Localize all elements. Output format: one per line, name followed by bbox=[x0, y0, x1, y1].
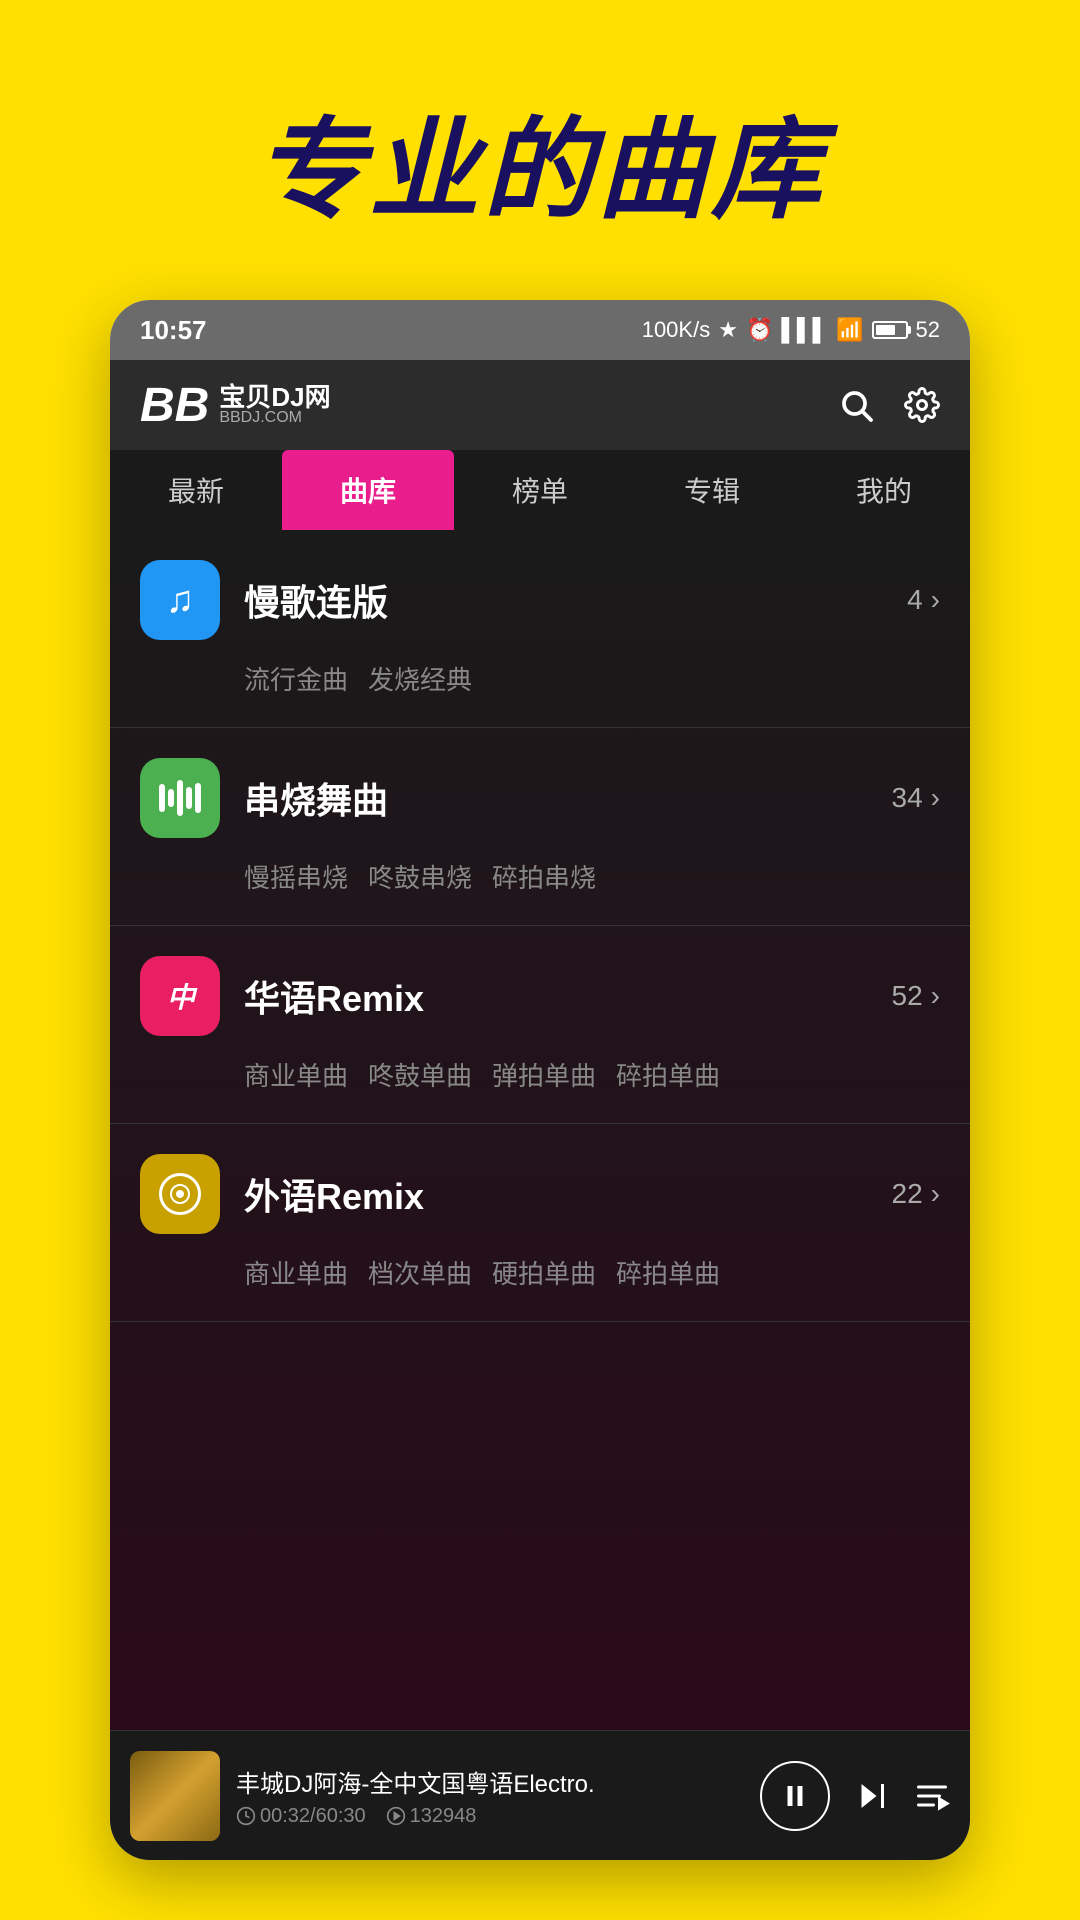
now-playing-meta: 00:32/60:30 132948 bbox=[236, 1805, 744, 1828]
tag-hua-1[interactable]: 咚鼓单曲 bbox=[368, 1056, 472, 1093]
tag-wai-3[interactable]: 碎拍单曲 bbox=[616, 1254, 720, 1291]
pause-button[interactable] bbox=[760, 1761, 830, 1831]
count-value-hua-yu: 52 bbox=[892, 980, 923, 1012]
thumbnail-image bbox=[130, 1751, 220, 1841]
category-chuan-shao[interactable]: 串烧舞曲 34 › 慢摇串烧 咚鼓串烧 碎拍串烧 bbox=[110, 728, 970, 926]
search-button[interactable] bbox=[838, 387, 874, 423]
tag-wai-2[interactable]: 硬拍单曲 bbox=[492, 1254, 596, 1291]
category-name-wai-yu: 外语Remix bbox=[244, 1168, 892, 1220]
settings-button[interactable] bbox=[904, 387, 940, 423]
battery-level: 52 bbox=[916, 317, 940, 343]
wave-icon bbox=[159, 780, 201, 816]
battery-icon bbox=[872, 321, 908, 339]
chevron-icon-2: › bbox=[931, 782, 940, 814]
hero-title: 专业的曲库 bbox=[255, 80, 825, 240]
logo-bb: BB bbox=[140, 378, 209, 433]
time-value: 00:32/60:30 bbox=[260, 1805, 366, 1828]
status-bar: 10:57 100K/s ★ ⏰ ▌▌▌ 📶 52 bbox=[110, 300, 970, 360]
category-tags-hua-yu: 商业单曲 咚鼓单曲 弹拍单曲 碎拍单曲 bbox=[140, 1056, 940, 1113]
category-man-ge[interactable]: ♫ 慢歌连版 4 › 流行金曲 发烧经典 bbox=[110, 530, 970, 728]
chevron-icon: › bbox=[931, 584, 940, 616]
now-playing-bar[interactable]: 丰城DJ阿海-全中文国粤语Electro. 00:32/60:30 132948 bbox=[110, 1730, 970, 1860]
logo-subtitle: BBDJ.COM bbox=[219, 410, 330, 426]
category-count-chuan-shao: 34 › bbox=[892, 782, 940, 814]
logo-text: 宝贝DJ网 BBDJ.COM bbox=[219, 384, 330, 426]
app-header: BB 宝贝DJ网 BBDJ.COM bbox=[110, 360, 970, 450]
tag-wai-1[interactable]: 档次单曲 bbox=[368, 1254, 472, 1291]
tab-quku[interactable]: 曲库 bbox=[282, 450, 454, 530]
count-value-wai-yu: 22 bbox=[892, 1178, 923, 1210]
tag-chuan-0[interactable]: 慢摇串烧 bbox=[244, 858, 348, 895]
wifi-icon: 📶 bbox=[836, 317, 863, 343]
tag-chuan-1[interactable]: 咚鼓串烧 bbox=[368, 858, 472, 895]
header-icons bbox=[838, 387, 940, 423]
category-count-wai-yu: 22 › bbox=[892, 1178, 940, 1210]
tag-hua-2[interactable]: 弹拍单曲 bbox=[492, 1056, 596, 1093]
tab-zuixin[interactable]: 最新 bbox=[110, 450, 282, 530]
category-icon-chuan-shao bbox=[140, 758, 220, 838]
tab-wode[interactable]: 我的 bbox=[798, 450, 970, 530]
next-button[interactable] bbox=[854, 1778, 890, 1814]
tag-wai-0[interactable]: 商业单曲 bbox=[244, 1254, 348, 1291]
status-time: 10:57 bbox=[140, 315, 207, 346]
alarm-icon: ⏰ bbox=[746, 317, 773, 343]
category-icon-man-ge: ♫ bbox=[140, 560, 220, 640]
chevron-icon-3: › bbox=[931, 980, 940, 1012]
category-hua-yu[interactable]: 中 华语Remix 52 › 商业单曲 咚鼓单曲 弹拍单曲 碎拍单曲 bbox=[110, 926, 970, 1124]
now-playing-title: 丰城DJ阿海-全中文国粤语Electro. bbox=[236, 1764, 744, 1799]
logo-title: 宝贝DJ网 bbox=[219, 384, 330, 410]
category-wai-yu[interactable]: 外语Remix 22 › 商业单曲 档次单曲 硬拍单曲 碎拍单曲 bbox=[110, 1124, 970, 1322]
bluetooth-icon: ★ bbox=[718, 317, 738, 343]
category-tags-man-ge: 流行金曲 发烧经典 bbox=[140, 660, 940, 717]
status-right: 100K/s ★ ⏰ ▌▌▌ 📶 52 bbox=[642, 317, 940, 343]
target-icon bbox=[159, 1173, 201, 1215]
music-note-icon: ♫ bbox=[166, 579, 195, 622]
category-icon-wai-yu bbox=[140, 1154, 220, 1234]
category-tags-chuan-shao: 慢摇串烧 咚鼓串烧 碎拍串烧 bbox=[140, 858, 940, 915]
signal-icon: ▌▌▌ bbox=[781, 317, 828, 343]
app-logo: BB 宝贝DJ网 BBDJ.COM bbox=[140, 378, 331, 433]
category-name-man-ge: 慢歌连版 bbox=[244, 574, 907, 626]
tag-chuan-2[interactable]: 碎拍串烧 bbox=[492, 858, 596, 895]
category-count-man-ge: 4 › bbox=[907, 584, 940, 616]
playlist-button[interactable] bbox=[914, 1778, 950, 1814]
chevron-icon-4: › bbox=[931, 1178, 940, 1210]
nav-tabs: 最新 曲库 榜单 专辑 我的 bbox=[110, 450, 970, 530]
category-count-hua-yu: 52 › bbox=[892, 980, 940, 1012]
ift-icon: 中 bbox=[167, 976, 193, 1016]
category-name-chuan-shao: 串烧舞曲 bbox=[244, 772, 892, 824]
category-tags-wai-yu: 商业单曲 档次单曲 硬拍单曲 碎拍单曲 bbox=[140, 1254, 940, 1311]
tag-man-ge-0[interactable]: 流行金曲 bbox=[244, 660, 348, 697]
content-area: ♫ 慢歌连版 4 › 流行金曲 发烧经典 bbox=[110, 530, 970, 1730]
now-playing-controls bbox=[760, 1761, 950, 1831]
tag-man-ge-1[interactable]: 发烧经典 bbox=[368, 660, 472, 697]
now-playing-plays: 132948 bbox=[386, 1805, 477, 1828]
tab-bangdan[interactable]: 榜单 bbox=[454, 450, 626, 530]
count-value-chuan-shao: 34 bbox=[892, 782, 923, 814]
now-playing-info: 丰城DJ阿海-全中文国粤语Electro. 00:32/60:30 132948 bbox=[236, 1764, 744, 1828]
tag-hua-3[interactable]: 碎拍单曲 bbox=[616, 1056, 720, 1093]
plays-value: 132948 bbox=[410, 1805, 477, 1828]
status-speed: 100K/s bbox=[642, 317, 711, 343]
now-playing-thumbnail bbox=[130, 1751, 220, 1841]
category-name-hua-yu: 华语Remix bbox=[244, 970, 892, 1022]
tab-zhuanji[interactable]: 专辑 bbox=[626, 450, 798, 530]
category-icon-hua-yu: 中 bbox=[140, 956, 220, 1036]
tag-hua-0[interactable]: 商业单曲 bbox=[244, 1056, 348, 1093]
now-playing-time: 00:32/60:30 bbox=[236, 1805, 366, 1828]
count-value-man-ge: 4 bbox=[907, 584, 923, 616]
phone-frame: 10:57 100K/s ★ ⏰ ▌▌▌ 📶 52 BB 宝贝DJ网 BBDJ.… bbox=[110, 300, 970, 1860]
